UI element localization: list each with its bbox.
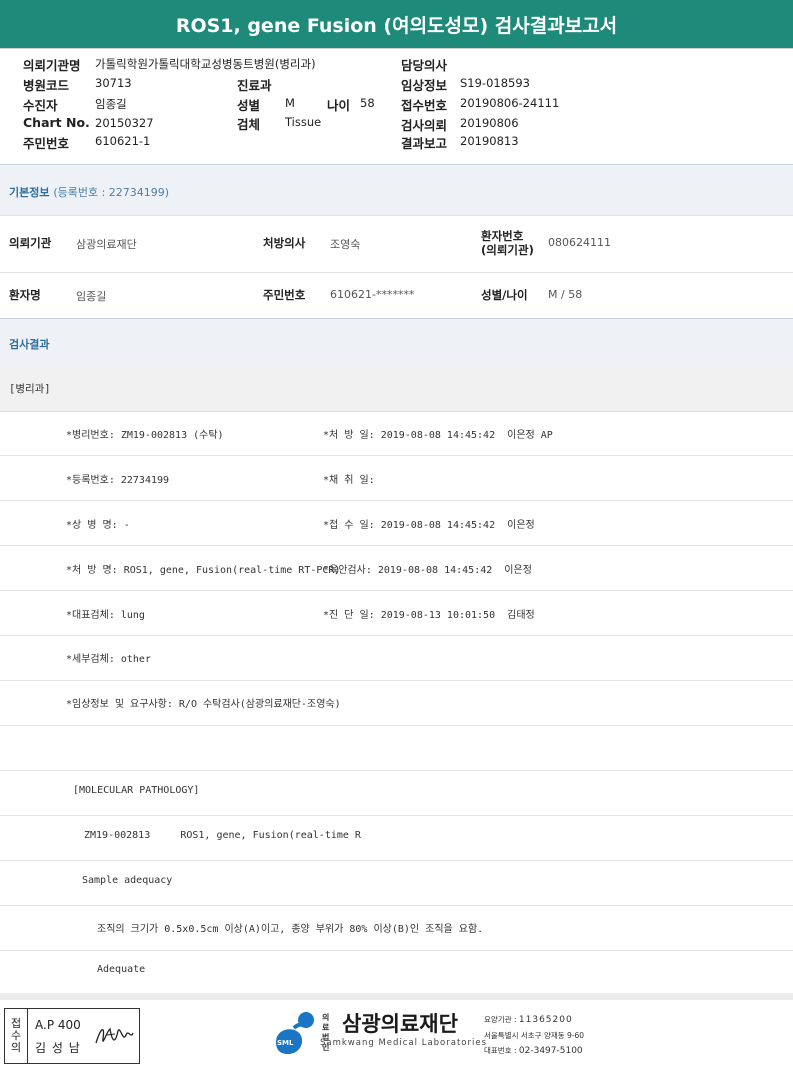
result-row-left: *병리번호: ZM19-002813 (수탁): [66, 430, 224, 441]
company-info: 요양기관 : 11365200 서울특별시 서초구 양재동 9-60 대표번호 …: [484, 1015, 585, 1056]
result-row: *임상정보 및 요구사항: R/O 수탁검사(삼광의료재단-조영숙): [0, 681, 793, 726]
result-row-left: *임상정보 및 요구사항: R/O 수탁검사(삼광의료재단-조영숙): [66, 699, 341, 710]
adequacy-title-row: Sample adequacy: [0, 861, 793, 906]
logo-small-1: 의료: [322, 1013, 330, 1032]
sex-age-label: 성별/나이: [481, 288, 528, 302]
bottom-divider: [0, 993, 793, 1000]
basic-info-row-2: 환자명 임종길 주민번호 610621-******* 성별/나이 M / 58: [0, 273, 793, 319]
sml-logo-icon: [276, 1012, 314, 1054]
basic-info-title: 기본정보: [9, 186, 50, 199]
tel-value: 02-3497-5100: [518, 1046, 583, 1056]
basic-info-header: 기본정보 (등록번호 : 22734199): [0, 164, 793, 216]
result-report-value: 20190813: [460, 134, 519, 148]
resident-number-value: 610621-*******: [330, 288, 415, 301]
stamp-code: A.P 400: [35, 1018, 81, 1032]
sml-badge: SML: [277, 1039, 294, 1047]
adequacy-value-row: Adequate: [0, 951, 793, 993]
institution-label: 의뢰기관명: [23, 58, 81, 73]
patient-name-label: 환자명: [9, 288, 41, 302]
adequacy-title: Sample adequacy: [82, 875, 173, 886]
chart-value: 20150327: [95, 116, 154, 130]
resident-number-label: 주민번호: [263, 288, 306, 302]
stamp-name: 김 성 남: [35, 1041, 81, 1055]
adequacy-value: Adequate: [97, 964, 146, 975]
registration-number: (등록번호 : 22734199): [53, 186, 170, 199]
molecular-line-row: ZM19-002813 ROS1, gene, Fusion(real-time…: [0, 816, 793, 861]
hospital-code-label: 병원코드: [23, 78, 70, 93]
sex-label: 성별: [237, 98, 261, 113]
hospital-code-value: 30713: [95, 76, 132, 90]
molecular-line: ZM19-002813 ROS1, gene, Fusion(real-time…: [84, 830, 361, 841]
result-row: *병리번호: ZM19-002813 (수탁) *처 방 일: 2019-08-…: [0, 411, 793, 456]
age-value: 58: [360, 96, 375, 110]
report-title-bar: ROS1, gene Fusion (여의도성모) 검사결과보고서: [0, 0, 793, 49]
result-row-right: *육안검사: 2019-08-08 14:45:42 이은정: [323, 565, 532, 576]
tel-label: 대표번호: [484, 1046, 512, 1055]
resident-label: 주민번호: [23, 136, 70, 151]
result-row-left: *처 방 명: ROS1, gene, Fusion(real-time RT-…: [66, 565, 341, 576]
patient-number-sublabel: (의뢰기관): [481, 243, 534, 257]
adequacy-desc-row: 조직의 크기가 0.5x0.5cm 이상(A)이고, 종양 부위가 80% 이상…: [0, 906, 793, 951]
resident-value: 610621-1: [95, 134, 151, 148]
care-org-value: 11365200: [518, 1015, 573, 1025]
result-row-empty: [0, 726, 793, 771]
result-row: *처 방 명: ROS1, gene, Fusion(real-time RT-…: [0, 546, 793, 591]
test-request-label: 검사의뢰: [401, 118, 448, 133]
result-row-left: *등록번호: 22734199: [66, 475, 170, 486]
result-row: *상 병 명: - *접 수 일: 2019-08-08 14:45:42 이은…: [0, 501, 793, 546]
prescriber-value: 조영숙: [330, 238, 361, 251]
clinical-info-label: 임상정보: [401, 78, 448, 93]
signature-icon: [95, 1027, 134, 1044]
sex-age-value: M / 58: [548, 288, 583, 301]
care-org-label: 요양기관: [484, 1015, 512, 1024]
receiver-label: 수진자: [23, 98, 58, 113]
result-row-left: *상 병 명: -: [66, 520, 130, 531]
logo-name: 삼광의료재단: [342, 1012, 458, 1036]
result-row-right: *접 수 일: 2019-08-08 14:45:42 이은정: [323, 520, 535, 531]
chart-label: Chart No.: [23, 115, 90, 130]
result-row: *등록번호: 22734199 *채 취 일:: [0, 456, 793, 501]
receipt-no-value: 20190806-24111: [460, 96, 560, 110]
dept-label: 진료과: [237, 78, 272, 93]
receipt-no-label: 접수번호: [401, 98, 448, 113]
result-row-right: *채 취 일:: [323, 475, 375, 486]
patient-number-value: 080624111: [548, 236, 611, 249]
result-row: *대표검체: lung *진 단 일: 2019-08-13 10:01:50 …: [0, 591, 793, 636]
result-title: 검사결과: [9, 338, 50, 351]
report-title: ROS1, gene Fusion (여의도성모) 검사결과보고서: [175, 14, 618, 37]
receiver-value: 임종길: [95, 97, 127, 111]
result-row-left: *대표검체: lung: [66, 610, 145, 621]
patient-name-value: 임종길: [76, 290, 107, 303]
result-row-left: *세부검체: other: [66, 654, 151, 665]
department-label: [병리과]: [9, 383, 51, 395]
company-address: 서울특별시 서초구 양재동 9-60: [484, 1031, 585, 1040]
result-report-label: 결과보고: [401, 136, 448, 151]
result-row-right: *처 방 일: 2019-08-08 14:45:42 이은정 AP: [323, 430, 553, 441]
reception-stamp: 접 수 의 A.P 400 김 성 남: [4, 1008, 140, 1064]
department-row: [병리과]: [0, 365, 793, 412]
prescriber-label: 처방의사: [263, 236, 306, 250]
result-header: 검사결과: [0, 318, 793, 366]
result-row: *세부검체: other: [0, 636, 793, 681]
sex-value: M: [285, 96, 295, 110]
clinical-info-value: S19-018593: [460, 76, 530, 90]
age-label: 나이: [327, 98, 351, 113]
specimen-label: 검체: [237, 117, 261, 132]
doctor-label: 담당의사: [401, 58, 448, 73]
basic-info-row-1: 의뢰기관 삼광의료재단 처방의사 조영숙 환자번호 (의뢰기관) 0806241…: [0, 215, 793, 273]
molecular-title: [MOLECULAR PATHOLOGY]: [73, 785, 200, 796]
requesting-institution-value: 삼광의료재단: [76, 238, 137, 251]
adequacy-description: 조직의 크기가 0.5x0.5cm 이상(A)이고, 종양 부위가 80% 이상…: [97, 924, 484, 935]
logo-english: Samkwang Medical Laboratories: [320, 1038, 488, 1048]
molecular-title-row: [MOLECULAR PATHOLOGY]: [0, 771, 793, 816]
test-request-value: 20190806: [460, 116, 519, 130]
stamp-label: 접 수 의: [5, 1009, 28, 1063]
institution-value: 가톨릭학원가톨릭대학교성병동트병원(병리과): [95, 57, 316, 71]
specimen-value: Tissue: [285, 115, 322, 129]
result-row-right: *진 단 일: 2019-08-13 10:01:50 김태정: [323, 610, 535, 621]
requesting-institution-label: 의뢰기관: [9, 236, 52, 250]
